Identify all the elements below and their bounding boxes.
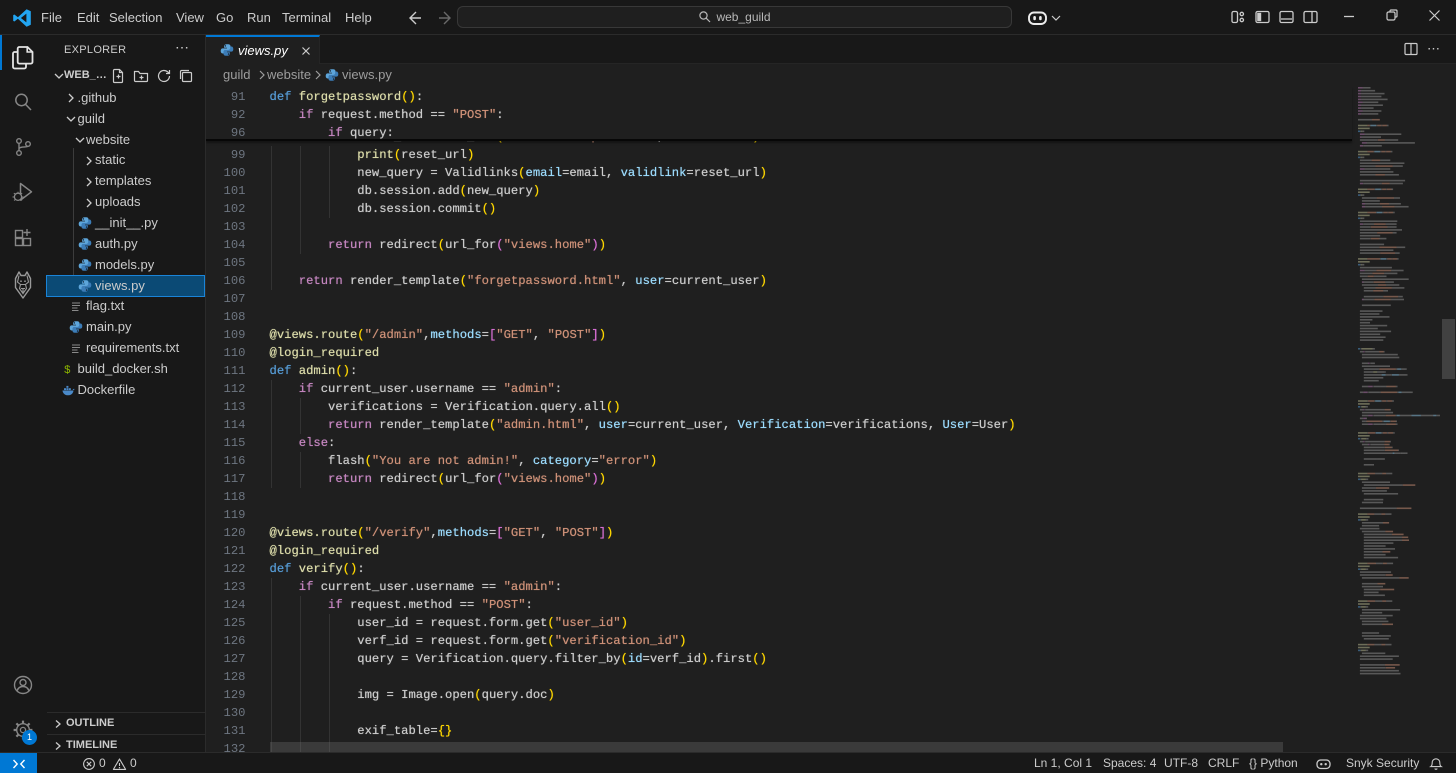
svg-text:$: $ — [64, 365, 71, 376]
